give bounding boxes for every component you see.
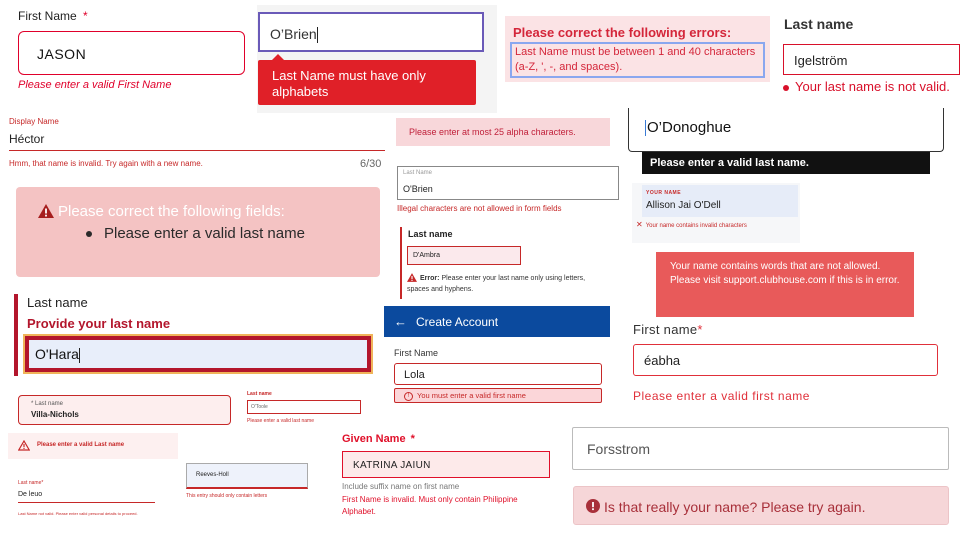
fields-title: Please correct the following fields: [58, 203, 285, 220]
panel-reeves-holl: Reeves-Holl This entry should only conta… [184, 462, 310, 502]
first-name-input[interactable]: Lola [394, 363, 602, 385]
last-name-input[interactable]: D'Ambra [407, 246, 521, 265]
errors-message: Last Name must be between 1 and 40 chara… [510, 42, 765, 78]
otoole-error: Please enter a valid last name [247, 418, 314, 424]
last-name-error: Error: Please enter your last name only u… [407, 273, 586, 293]
given-name-label: Given Name * [342, 433, 415, 445]
last-name-error: Your last name is not valid. [783, 79, 950, 94]
first-name-label: First name* [633, 322, 703, 337]
panel-eabha: First name* éabha Please enter a valid f… [630, 318, 940, 406]
first-name-input[interactable]: JASON [18, 31, 245, 75]
panel-obrien-illegal: Last Name O'Brien Illegal characters are… [396, 164, 621, 216]
panel-odonoghue: O’Donoghue Please enter a valid last nam… [627, 108, 947, 176]
panel-otoole: Last name O'Toole Please enter a valid l… [246, 390, 366, 426]
forsstrom-input[interactable]: Forsstrom [572, 427, 949, 470]
de-leuo-error: Last Name not valid. Please enter valid … [18, 511, 138, 516]
warning-triangle-icon [38, 204, 54, 218]
exclamation-circle-icon [586, 499, 600, 513]
panel-clubhouse-notice: Your name contains words that are not al… [656, 252, 914, 317]
text-cursor [78, 347, 80, 363]
arrow-left-icon[interactable]: ← [394, 314, 407, 329]
warning-triangle-icon [18, 440, 30, 451]
given-name-error: First Name is invalid. Must only contain… [342, 495, 518, 516]
character-counter: 6/30 [360, 158, 382, 170]
last-name-label: Last name [408, 229, 453, 239]
panel-create-account-header: ← Create Account [384, 306, 610, 337]
error-left-rule [400, 227, 402, 299]
last-name-input[interactable]: O'Hara [23, 334, 373, 374]
text-cursor [316, 27, 318, 44]
create-account-title: Create Account [416, 315, 499, 329]
fields-list-item: Please enter a valid last name [86, 225, 305, 242]
first-name-error: ! You must enter a valid first name [394, 388, 602, 403]
last-name-input[interactable]: Reeves-Holl [186, 463, 308, 489]
tooltip-arrow [272, 54, 284, 60]
first-name-error: Please enter a valid first name [633, 389, 810, 403]
warning-triangle-icon [407, 273, 417, 282]
error-banner: Please enter a valid last name. [642, 152, 930, 174]
last-name-input[interactable]: Last Name O'Brien [397, 166, 619, 200]
last-name-label: Last name [784, 16, 854, 32]
panel-obrien-alphabets: O’Brien Last Name must have only alphabe… [257, 5, 497, 113]
your-name-input[interactable]: YOUR NAME Allison Jai O'Dell [642, 185, 798, 217]
reeves-holl-error: This entry should only contain letters [186, 493, 268, 499]
text-cursor [645, 120, 646, 137]
panel-igelstrom: Last name Igelström Your last name is no… [775, 0, 960, 105]
display-name-input[interactable]: Héctor [9, 127, 385, 151]
panel-katrina: Given Name * KATRINA JAIUN Include suffi… [340, 430, 554, 520]
first-name-input[interactable]: éabha [633, 344, 938, 376]
errors-title: Please correct the following errors: [513, 25, 732, 40]
last-name-input[interactable]: O'Toole [247, 400, 361, 414]
last-name-label: Last name [27, 295, 88, 310]
bullet [86, 231, 92, 238]
panel-correct-errors-box: Please correct the following errors: Las… [505, 16, 770, 82]
info-circle-icon: ! [404, 391, 413, 401]
illegal-characters-error: Illegal characters are not allowed in fo… [397, 204, 562, 213]
first-name-label: First Name * [18, 9, 88, 23]
villa-nichols-input[interactable]: * Last name Villa-Nichols [18, 395, 231, 425]
last-name-input[interactable]: O’Brien [258, 12, 484, 52]
required-mark: * [410, 433, 415, 445]
last-name-error: Provide your last name [27, 316, 171, 331]
given-name-input[interactable]: KATRINA JAIUN [342, 451, 550, 478]
panel-allison: YOUR NAME Allison Jai O'Dell ✕ Your name … [632, 183, 800, 243]
display-name-error: Hmm, that name is invalid. Try again wit… [9, 159, 203, 168]
error-tooltip: Last Name must have only alphabets [258, 54, 476, 105]
panel-first-name-jason: First Name * JASON Please enter a valid … [0, 0, 255, 100]
panel-max-25-alpha: Please enter at most 25 alpha characters… [396, 118, 610, 146]
panel-display-name-hector: Display Name Héctor Hmm, that name is in… [0, 112, 392, 174]
panel-de-leuo: Last name* De leuo Last Name not valid. … [16, 474, 181, 522]
required-mark: * [697, 322, 703, 337]
panel-ohara: Last name Provide your last name O'Hara [0, 292, 376, 380]
last-name-input[interactable]: De leuo [18, 488, 155, 503]
error-dot-icon [783, 84, 789, 91]
tooltip-text: Last Name must have only alphabets [272, 68, 426, 99]
last-name-input[interactable]: Igelström [783, 44, 960, 75]
error-left-rule [14, 294, 18, 376]
panel-really-your-name: Is that really your name? Please try aga… [573, 486, 949, 525]
first-name-error: Please enter a valid First Name [18, 79, 172, 91]
panel-lola: First Name Lola ! You must enter a valid … [392, 344, 607, 406]
panel-dambra: Last name D'Ambra Error: Please enter you… [396, 221, 606, 301]
first-name-label: First Name [394, 348, 439, 358]
display-name-label: Display Name [9, 117, 59, 126]
invalid-characters-error: ✕ Your name contains invalid characters [636, 220, 747, 229]
panel-valid-last-name-banner: Please enter a valid Last name [8, 433, 178, 459]
required-mark: * [83, 9, 88, 23]
close-icon: ✕ [636, 220, 643, 229]
panel-correct-fields-box: Please correct the following fields: Ple… [16, 187, 380, 277]
given-name-hint: Include suffix name on first name [342, 482, 460, 491]
last-name-input[interactable]: O’Donoghue [628, 108, 944, 152]
